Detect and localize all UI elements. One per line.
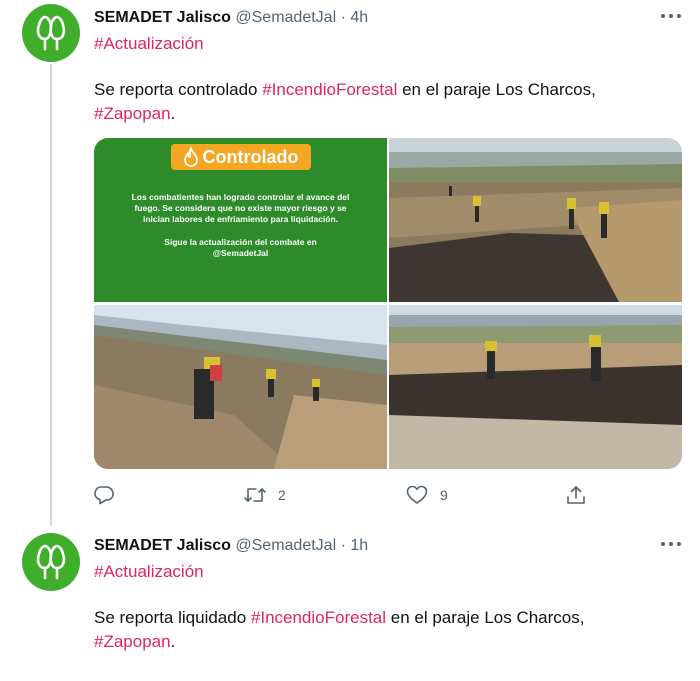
- reply-bubble-icon: [94, 486, 114, 505]
- author-handle[interactable]: @SemadetJal: [235, 9, 336, 26]
- tweet-text: Se reporta liquidado #IncendioForestal e…: [94, 606, 674, 654]
- media-image-photo[interactable]: [94, 305, 387, 469]
- more-dots-icon[interactable]: [660, 8, 684, 24]
- reply-button[interactable]: [94, 484, 126, 506]
- more-dots-icon[interactable]: [660, 536, 684, 552]
- tweet[interactable]: SEMADET Jalisco @SemadetJal · 4h #Actual…: [0, 0, 700, 528]
- hashtag-link[interactable]: #Zapopan: [94, 632, 171, 651]
- like-button[interactable]: 9: [406, 484, 448, 506]
- media-image-info-card[interactable]: Controlado Los combatientes han logrado …: [94, 138, 387, 302]
- author-name[interactable]: SEMADET Jalisco: [94, 9, 231, 26]
- controlado-badge: Controlado: [170, 144, 311, 170]
- tree-logo-icon: [36, 15, 66, 51]
- media-image-photo[interactable]: [389, 305, 682, 469]
- text-segment: .: [170, 104, 176, 123]
- firefighters-photo: [389, 305, 682, 469]
- tweet-actions: 2 9: [94, 484, 594, 508]
- retweet-count: 2: [278, 487, 286, 503]
- text-segment: Se reporta liquidado: [94, 608, 251, 627]
- share-icon: [567, 486, 585, 504]
- firefighters-photo: [389, 138, 682, 302]
- media-grid: Controlado Los combatientes han logrado …: [94, 138, 682, 469]
- timestamp[interactable]: 4h: [350, 9, 368, 26]
- retweet-button[interactable]: 2: [244, 484, 286, 506]
- text-segment: .: [170, 632, 176, 651]
- card-follow-note: Sigue la actualización del combate en @S…: [164, 237, 317, 258]
- tree-logo-icon: [36, 544, 66, 580]
- tweet-text: Se reporta controlado #IncendioForestal …: [94, 78, 674, 126]
- hashtag-link[interactable]: #IncendioForestal: [251, 608, 386, 627]
- tweet-header: SEMADET Jalisco @SemadetJal · 1h: [94, 536, 368, 556]
- author-name[interactable]: SEMADET Jalisco: [94, 537, 231, 554]
- hashtag-link[interactable]: #Zapopan: [94, 104, 171, 123]
- hashtag-link[interactable]: #IncendioForestal: [262, 80, 397, 99]
- retweet-icon: [244, 488, 266, 502]
- avatar[interactable]: [22, 533, 80, 591]
- tweet[interactable]: SEMADET Jalisco @SemadetJal · 1h #Actual…: [0, 528, 700, 681]
- hashtag-link[interactable]: #Actualización: [94, 561, 204, 583]
- timestamp[interactable]: 1h: [350, 537, 368, 554]
- card-message: Los combatientes han logrado controlar e…: [131, 192, 350, 224]
- text-segment: Se reporta controlado: [94, 80, 263, 99]
- firefighters-photo: [94, 305, 387, 469]
- avatar[interactable]: [22, 4, 80, 62]
- text-segment: en el paraje Los Charcos,: [386, 608, 585, 627]
- text-segment: en el paraje Los Charcos,: [397, 80, 596, 99]
- separator-dot: ·: [340, 537, 346, 554]
- like-count: 9: [440, 487, 448, 503]
- badge-label: Controlado: [202, 146, 299, 167]
- author-handle[interactable]: @SemadetJal: [235, 537, 336, 554]
- share-button[interactable]: [566, 484, 586, 506]
- heart-icon: [406, 485, 428, 504]
- tweet-header: SEMADET Jalisco @SemadetJal · 4h: [94, 8, 368, 28]
- separator-dot: ·: [340, 9, 346, 26]
- media-image-photo[interactable]: [389, 138, 682, 302]
- flame-icon: [183, 147, 198, 167]
- hashtag-link[interactable]: #Actualización: [94, 33, 204, 55]
